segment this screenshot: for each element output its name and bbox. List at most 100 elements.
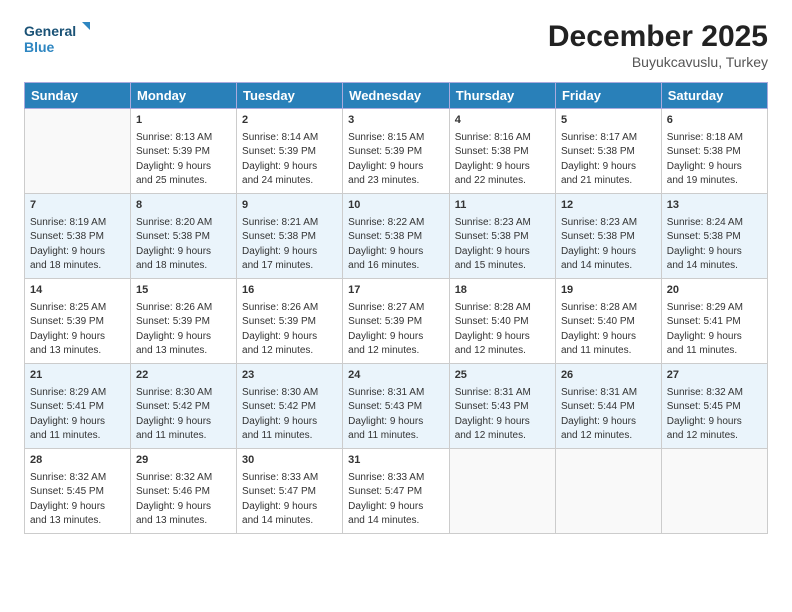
calendar-cell: 30Sunrise: 8:33 AM Sunset: 5:47 PM Dayli… — [237, 448, 343, 533]
day-info: Sunrise: 8:27 AM Sunset: 5:39 PM Dayligh… — [348, 301, 444, 359]
day-info: Sunrise: 8:22 AM Sunset: 5:38 PM Dayligh… — [348, 216, 444, 274]
day-number: 21 — [30, 368, 125, 384]
col-header-friday: Friday — [555, 83, 661, 109]
day-info: Sunrise: 8:26 AM Sunset: 5:39 PM Dayligh… — [242, 301, 337, 359]
day-number: 23 — [242, 368, 337, 384]
col-header-tuesday: Tuesday — [237, 83, 343, 109]
logo: General Blue — [24, 20, 94, 60]
day-number: 28 — [30, 453, 125, 469]
calendar-cell: 1 Sunrise: 8:13 AM Sunset: 5:39 PM Daylig… — [131, 109, 237, 194]
day-number: 10 — [348, 198, 444, 214]
calendar-cell: 5 Sunrise: 8:17 AM Sunset: 5:38 PM Daylig… — [555, 109, 661, 194]
day-info: Sunrise: 8:30 AM Sunset: 5:42 PM Dayligh… — [242, 386, 337, 444]
day-info: Sunrise: 8:15 AM Sunset: 5:39 PM Dayligh… — [348, 131, 444, 189]
calendar-cell: 2 Sunrise: 8:14 AM Sunset: 5:39 PM Daylig… — [237, 109, 343, 194]
col-header-saturday: Saturday — [661, 83, 767, 109]
day-number: 31 — [348, 453, 444, 469]
calendar: SundayMondayTuesdayWednesdayThursdayFrid… — [24, 82, 768, 534]
day-number: 11 — [455, 198, 550, 214]
day-info: Sunrise: 8:32 AM Sunset: 5:46 PM Dayligh… — [136, 471, 231, 529]
calendar-week-5: 28 Sunrise: 8:32 AM Sunset: 5:45 PM Dayli… — [25, 448, 768, 533]
calendar-week-1: 1 Sunrise: 8:13 AM Sunset: 5:39 PM Daylig… — [25, 109, 768, 194]
day-info: Sunrise: 8:21 AM Sunset: 5:38 PM Dayligh… — [242, 216, 337, 274]
calendar-cell: 12 Sunrise: 8:23 AM Sunset: 5:38 PM Dayli… — [555, 193, 661, 278]
day-number: 16 — [242, 283, 337, 299]
day-number: 3 — [348, 113, 444, 129]
calendar-cell: 26Sunrise: 8:31 AM Sunset: 5:44 PM Dayli… — [555, 363, 661, 448]
calendar-cell: 16 Sunrise: 8:26 AM Sunset: 5:39 PM Dayli… — [237, 278, 343, 363]
day-number: 29 — [136, 453, 231, 469]
calendar-cell: 29 Sunrise: 8:32 AM Sunset: 5:46 PM Dayli… — [131, 448, 237, 533]
day-number: 18 — [455, 283, 550, 299]
day-number: 8 — [136, 198, 231, 214]
day-info: Sunrise: 8:16 AM Sunset: 5:38 PM Dayligh… — [455, 131, 550, 189]
day-number: 15 — [136, 283, 231, 299]
calendar-header-row: SundayMondayTuesdayWednesdayThursdayFrid… — [25, 83, 768, 109]
calendar-cell: 28 Sunrise: 8:32 AM Sunset: 5:45 PM Dayli… — [25, 448, 131, 533]
day-number: 1 — [136, 113, 231, 129]
calendar-cell: 19Sunrise: 8:28 AM Sunset: 5:40 PM Dayli… — [555, 278, 661, 363]
day-info: Sunrise: 8:28 AM Sunset: 5:40 PM Dayligh… — [455, 301, 550, 359]
day-number: 24 — [348, 368, 444, 384]
svg-text:Blue: Blue — [24, 39, 55, 55]
calendar-cell — [449, 448, 555, 533]
day-number: 17 — [348, 283, 444, 299]
col-header-wednesday: Wednesday — [343, 83, 450, 109]
day-number: 20 — [667, 283, 762, 299]
day-info: Sunrise: 8:32 AM Sunset: 5:45 PM Dayligh… — [30, 471, 125, 529]
day-number: 25 — [455, 368, 550, 384]
day-info: Sunrise: 8:29 AM Sunset: 5:41 PM Dayligh… — [667, 301, 762, 359]
svg-text:General: General — [24, 23, 76, 39]
day-info: Sunrise: 8:25 AM Sunset: 5:39 PM Dayligh… — [30, 301, 125, 359]
day-info: Sunrise: 8:17 AM Sunset: 5:38 PM Dayligh… — [561, 131, 656, 189]
day-info: Sunrise: 8:23 AM Sunset: 5:38 PM Dayligh… — [455, 216, 550, 274]
calendar-cell: 14 Sunrise: 8:25 AM Sunset: 5:39 PM Dayli… — [25, 278, 131, 363]
calendar-cell: 9Sunrise: 8:21 AM Sunset: 5:38 PM Daylig… — [237, 193, 343, 278]
calendar-cell: 7 Sunrise: 8:19 AM Sunset: 5:38 PM Daylig… — [25, 193, 131, 278]
day-info: Sunrise: 8:20 AM Sunset: 5:38 PM Dayligh… — [136, 216, 231, 274]
day-info: Sunrise: 8:18 AM Sunset: 5:38 PM Dayligh… — [667, 131, 762, 189]
calendar-cell: 10 Sunrise: 8:22 AM Sunset: 5:38 PM Dayli… — [343, 193, 450, 278]
logo-svg: General Blue — [24, 20, 94, 60]
calendar-cell: 22Sunrise: 8:30 AM Sunset: 5:42 PM Dayli… — [131, 363, 237, 448]
day-info: Sunrise: 8:31 AM Sunset: 5:44 PM Dayligh… — [561, 386, 656, 444]
day-info: Sunrise: 8:31 AM Sunset: 5:43 PM Dayligh… — [455, 386, 550, 444]
day-number: 5 — [561, 113, 656, 129]
day-number: 4 — [455, 113, 550, 129]
day-info: Sunrise: 8:26 AM Sunset: 5:39 PM Dayligh… — [136, 301, 231, 359]
calendar-cell: 20 Sunrise: 8:29 AM Sunset: 5:41 PM Dayli… — [661, 278, 767, 363]
calendar-cell: 6Sunrise: 8:18 AM Sunset: 5:38 PM Daylig… — [661, 109, 767, 194]
calendar-cell: 18 Sunrise: 8:28 AM Sunset: 5:40 PM Dayli… — [449, 278, 555, 363]
calendar-cell: 21Sunrise: 8:29 AM Sunset: 5:41 PM Dayli… — [25, 363, 131, 448]
col-header-thursday: Thursday — [449, 83, 555, 109]
day-info: Sunrise: 8:24 AM Sunset: 5:38 PM Dayligh… — [667, 216, 762, 274]
day-number: 30 — [242, 453, 337, 469]
calendar-cell: 24 Sunrise: 8:31 AM Sunset: 5:43 PM Dayli… — [343, 363, 450, 448]
day-info: Sunrise: 8:28 AM Sunset: 5:40 PM Dayligh… — [561, 301, 656, 359]
page: General Blue December 2025 Buyukcavuslu,… — [0, 0, 792, 612]
day-info: Sunrise: 8:19 AM Sunset: 5:38 PM Dayligh… — [30, 216, 125, 274]
calendar-cell: 4 Sunrise: 8:16 AM Sunset: 5:38 PM Daylig… — [449, 109, 555, 194]
calendar-cell: 13Sunrise: 8:24 AM Sunset: 5:38 PM Dayli… — [661, 193, 767, 278]
day-number: 2 — [242, 113, 337, 129]
calendar-week-3: 14 Sunrise: 8:25 AM Sunset: 5:39 PM Dayli… — [25, 278, 768, 363]
calendar-cell: 23 Sunrise: 8:30 AM Sunset: 5:42 PM Dayli… — [237, 363, 343, 448]
day-number: 14 — [30, 283, 125, 299]
calendar-cell: 27Sunrise: 8:32 AM Sunset: 5:45 PM Dayli… — [661, 363, 767, 448]
day-number: 12 — [561, 198, 656, 214]
col-header-sunday: Sunday — [25, 83, 131, 109]
day-info: Sunrise: 8:30 AM Sunset: 5:42 PM Dayligh… — [136, 386, 231, 444]
calendar-cell — [661, 448, 767, 533]
day-number: 7 — [30, 198, 125, 214]
calendar-cell: 8 Sunrise: 8:20 AM Sunset: 5:38 PM Daylig… — [131, 193, 237, 278]
day-info: Sunrise: 8:13 AM Sunset: 5:39 PM Dayligh… — [136, 131, 231, 189]
title-block: December 2025 Buyukcavuslu, Turkey — [548, 20, 768, 70]
col-header-monday: Monday — [131, 83, 237, 109]
calendar-cell: 31Sunrise: 8:33 AM Sunset: 5:47 PM Dayli… — [343, 448, 450, 533]
day-info: Sunrise: 8:31 AM Sunset: 5:43 PM Dayligh… — [348, 386, 444, 444]
calendar-cell: 11 Sunrise: 8:23 AM Sunset: 5:38 PM Dayli… — [449, 193, 555, 278]
day-info: Sunrise: 8:23 AM Sunset: 5:38 PM Dayligh… — [561, 216, 656, 274]
calendar-cell — [25, 109, 131, 194]
day-info: Sunrise: 8:14 AM Sunset: 5:39 PM Dayligh… — [242, 131, 337, 189]
calendar-cell: 17 Sunrise: 8:27 AM Sunset: 5:39 PM Dayli… — [343, 278, 450, 363]
